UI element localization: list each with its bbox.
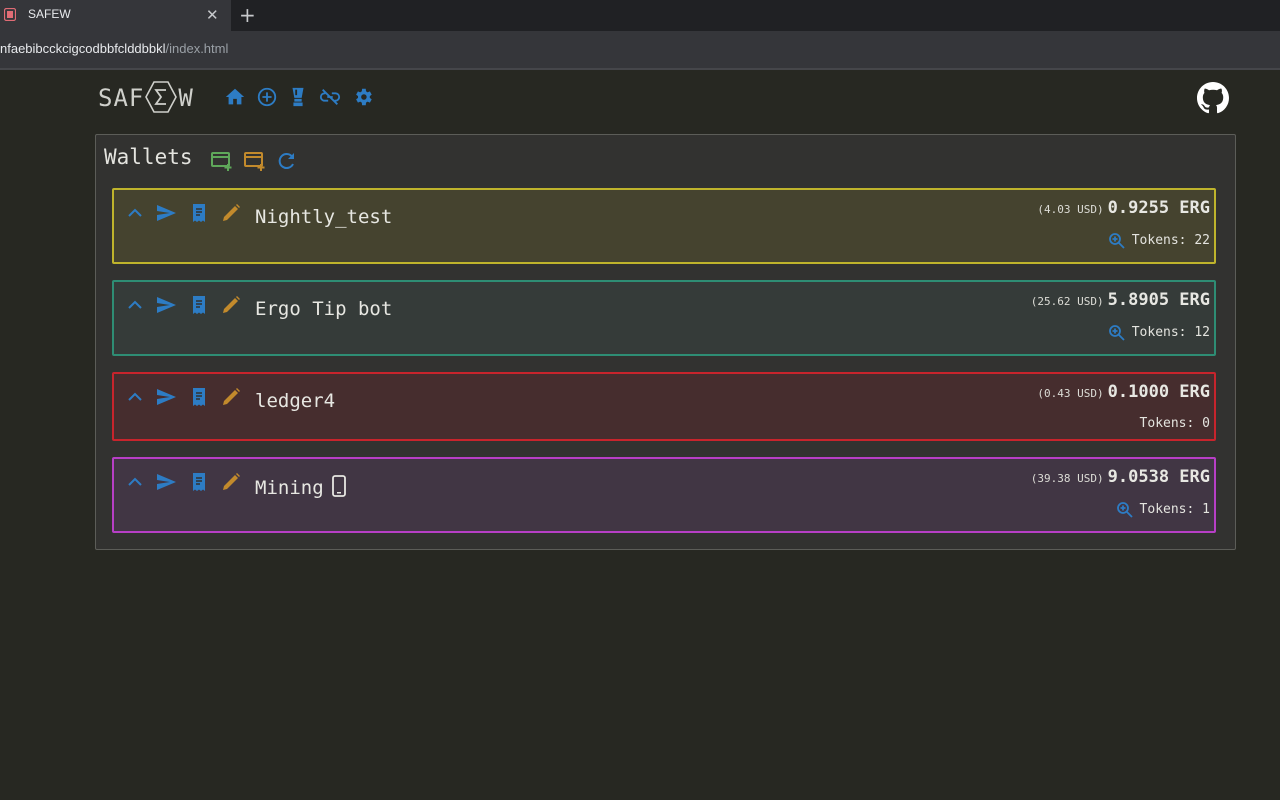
erg-balance: 9.0538 ERG <box>1107 467 1210 487</box>
send-icon[interactable] <box>155 471 177 493</box>
wallets-title: Wallets <box>104 145 193 169</box>
add-wallet-icon[interactable] <box>210 150 234 172</box>
receipt-icon[interactable] <box>188 294 210 316</box>
safew-logo[interactable]: SAF W <box>98 81 194 114</box>
erg-balance: 0.1000 ERG <box>1107 382 1210 402</box>
home-icon[interactable] <box>224 86 246 108</box>
tokens-label: Tokens: 0 <box>1139 416 1210 431</box>
wallet-card: ledger4 (0.43 USD) 0.1000 ERG Tokens: 0 <box>112 372 1216 441</box>
wallet-balance: (39.38 USD) 9.0538 ERG <box>1031 467 1210 487</box>
usd-value: (0.43 USD) <box>1037 387 1104 400</box>
tokens-label: Tokens: 1 <box>1139 502 1210 517</box>
collapse-chevron-icon[interactable] <box>124 386 146 408</box>
wallet-balance: (0.43 USD) 0.1000 ERG <box>1037 382 1210 402</box>
tab-close-icon[interactable]: ✕ <box>206 6 219 24</box>
tokens-count: Tokens: 0 <box>1140 416 1210 431</box>
edit-icon[interactable] <box>220 386 242 408</box>
new-tab-icon[interactable]: + <box>239 4 256 26</box>
wallet-name[interactable]: Mining <box>255 475 346 499</box>
erg-balance: 0.9255 ERG <box>1107 198 1210 218</box>
wallet-name-text: ledger4 <box>255 390 336 412</box>
brand-right: W <box>178 84 194 112</box>
sigma-hexagon-icon <box>145 81 178 113</box>
address-bar[interactable]: nfaebibcckcigcodbbfclddbbkl/index.html <box>0 31 1280 70</box>
add-ledger-wallet-icon[interactable] <box>243 150 267 172</box>
edit-icon[interactable] <box>220 471 242 493</box>
wallet-name[interactable]: Nightly_test <box>255 206 392 228</box>
blender-icon[interactable] <box>287 86 309 108</box>
wallet-balance: (4.03 USD) 0.9255 ERG <box>1037 198 1210 218</box>
collapse-chevron-icon[interactable] <box>124 294 146 316</box>
url-host: nfaebibcckcigcodbbfclddbbkl <box>0 41 166 56</box>
wallet-balance: (25.62 USD) 5.8905 ERG <box>1031 290 1210 310</box>
link-off-icon[interactable] <box>319 86 341 108</box>
erg-balance: 5.8905 ERG <box>1107 290 1210 310</box>
collapse-chevron-icon[interactable] <box>124 202 146 224</box>
tokens-label: Tokens: 12 <box>1131 325 1210 340</box>
tab-title: SAFEW <box>28 7 71 21</box>
zoom-in-icon[interactable] <box>1116 501 1134 519</box>
url-path: /index.html <box>165 41 229 56</box>
wallet-card: Ergo Tip bot (25.62 USD) 5.8905 ERG Tokens:… <box>112 280 1216 356</box>
zoom-in-icon[interactable] <box>1108 232 1126 250</box>
refresh-icon[interactable] <box>275 150 299 172</box>
edit-icon[interactable] <box>220 294 242 316</box>
zoom-in-icon[interactable] <box>1108 324 1126 342</box>
collapse-chevron-icon[interactable] <box>124 471 146 493</box>
url-text[interactable]: nfaebibcckcigcodbbfclddbbkl/index.html <box>0 41 228 56</box>
tokens-label: Tokens: 22 <box>1131 233 1210 248</box>
tokens-count: Tokens: 12 <box>1108 324 1210 342</box>
usd-value: (39.38 USD) <box>1030 472 1104 485</box>
wallet-name-text: Nightly_test <box>255 206 393 228</box>
wallet-card: Mining (39.38 USD) 9.0538 ERG Tokens: 1 <box>112 457 1216 533</box>
wallet-name-text: Ergo Tip bot <box>255 298 393 320</box>
brand-left: SAF <box>98 84 145 112</box>
wallet-name-text: Mining <box>255 477 324 499</box>
receipt-icon[interactable] <box>188 202 210 224</box>
wallet-name[interactable]: Ergo Tip bot <box>255 298 392 320</box>
tokens-count: Tokens: 22 <box>1108 232 1210 250</box>
wallet-name[interactable]: ledger4 <box>255 390 335 412</box>
mobile-phone-icon <box>324 475 346 499</box>
safew-favicon-icon <box>4 8 16 21</box>
browser-tab-strip: SAFEW ✕ + <box>0 0 1280 31</box>
usd-value: (4.03 USD) <box>1037 203 1104 216</box>
send-icon[interactable] <box>155 202 177 224</box>
browser-tab[interactable]: SAFEW ✕ <box>0 0 231 31</box>
tokens-count: Tokens: 1 <box>1116 501 1210 519</box>
wallet-card: Nightly_test (4.03 USD) 0.9255 ERG Tokens: … <box>112 188 1216 264</box>
receipt-icon[interactable] <box>188 471 210 493</box>
add-circle-icon[interactable] <box>256 86 278 108</box>
send-icon[interactable] <box>155 386 177 408</box>
usd-value: (25.62 USD) <box>1030 295 1104 308</box>
github-icon[interactable] <box>1197 82 1229 114</box>
gear-icon[interactable] <box>352 86 374 108</box>
edit-icon[interactable] <box>220 202 242 224</box>
receipt-icon[interactable] <box>188 386 210 408</box>
send-icon[interactable] <box>155 294 177 316</box>
